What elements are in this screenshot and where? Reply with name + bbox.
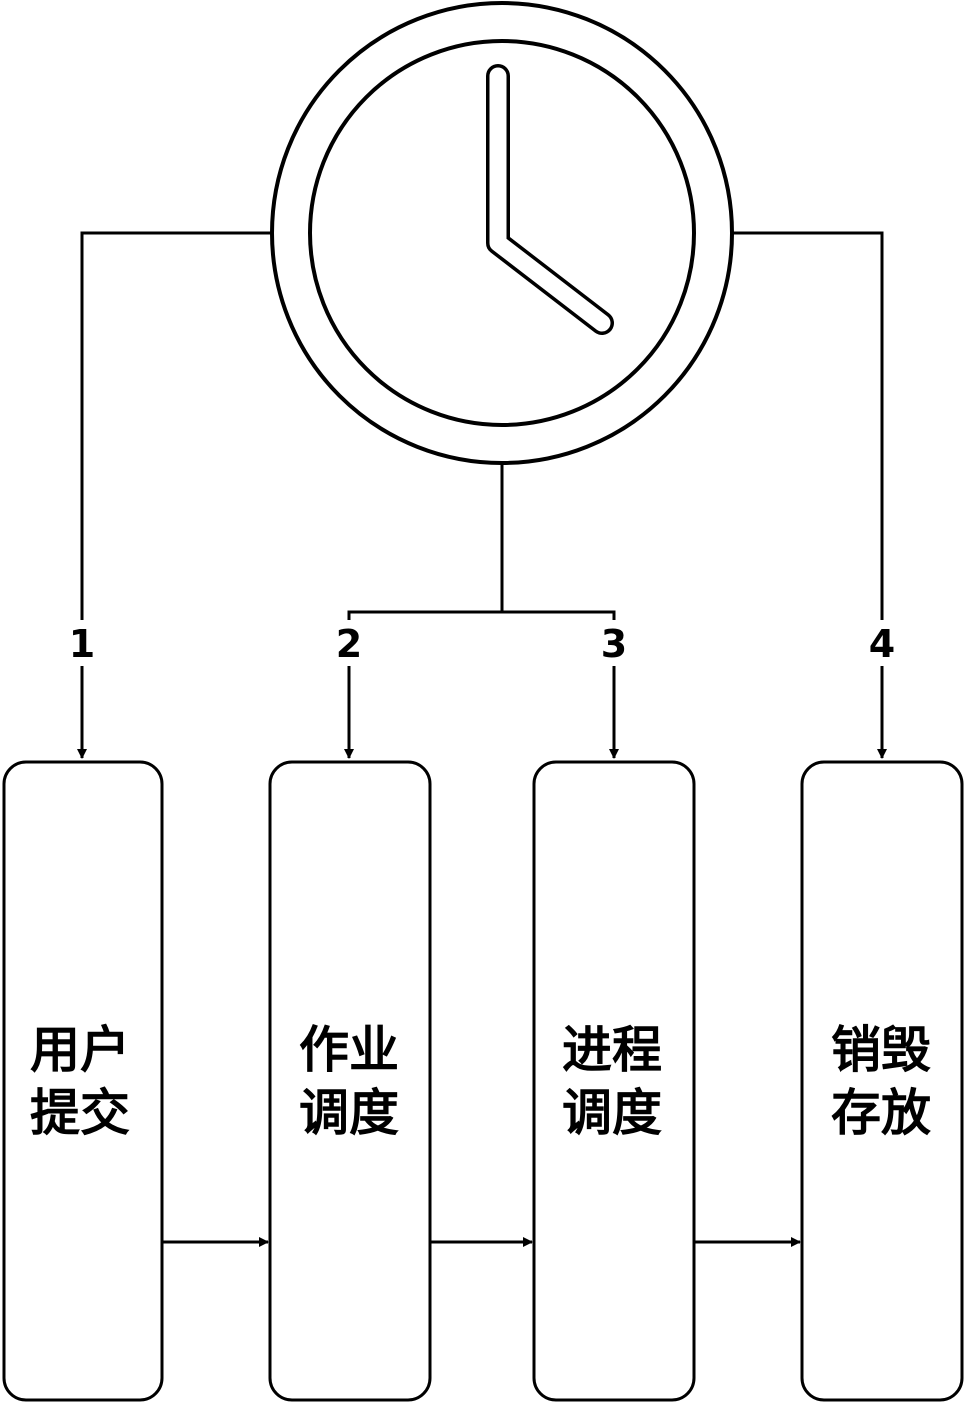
- connector-branch: [347, 610, 616, 620]
- stage-number-2: 2: [336, 622, 362, 666]
- stage-box-4: [800, 760, 964, 1402]
- job-lifecycle-diagram: 1 2 3 4 用户 提交 作业 调度 进程 调度 销毁 存放: [2, 1, 964, 1402]
- stage-label-4-line1: 销毁: [831, 1021, 931, 1079]
- stage-label-3-line1: 进程: [562, 1021, 662, 1079]
- stage-label-1-line2: 提交: [30, 1084, 130, 1142]
- stage-label-2-line2: 调度: [299, 1084, 399, 1142]
- stage-label-2-line1: 作业: [299, 1021, 399, 1079]
- stage-box-2: [268, 760, 432, 1402]
- stage-number-1: 1: [69, 622, 95, 666]
- stage-label-3-line2: 调度: [562, 1084, 662, 1142]
- stage-number-3: 3: [601, 622, 627, 666]
- stage-label-1-line1: 用户: [30, 1021, 130, 1079]
- connector-1: [80, 231, 272, 620]
- stage-number-4: 4: [869, 622, 895, 666]
- stage-label-4-line2: 存放: [831, 1084, 931, 1142]
- connector-4: [733, 231, 884, 620]
- stage-box-3: [532, 760, 696, 1402]
- clock-icon: [270, 1, 734, 465]
- stage-box-1: [2, 760, 164, 1402]
